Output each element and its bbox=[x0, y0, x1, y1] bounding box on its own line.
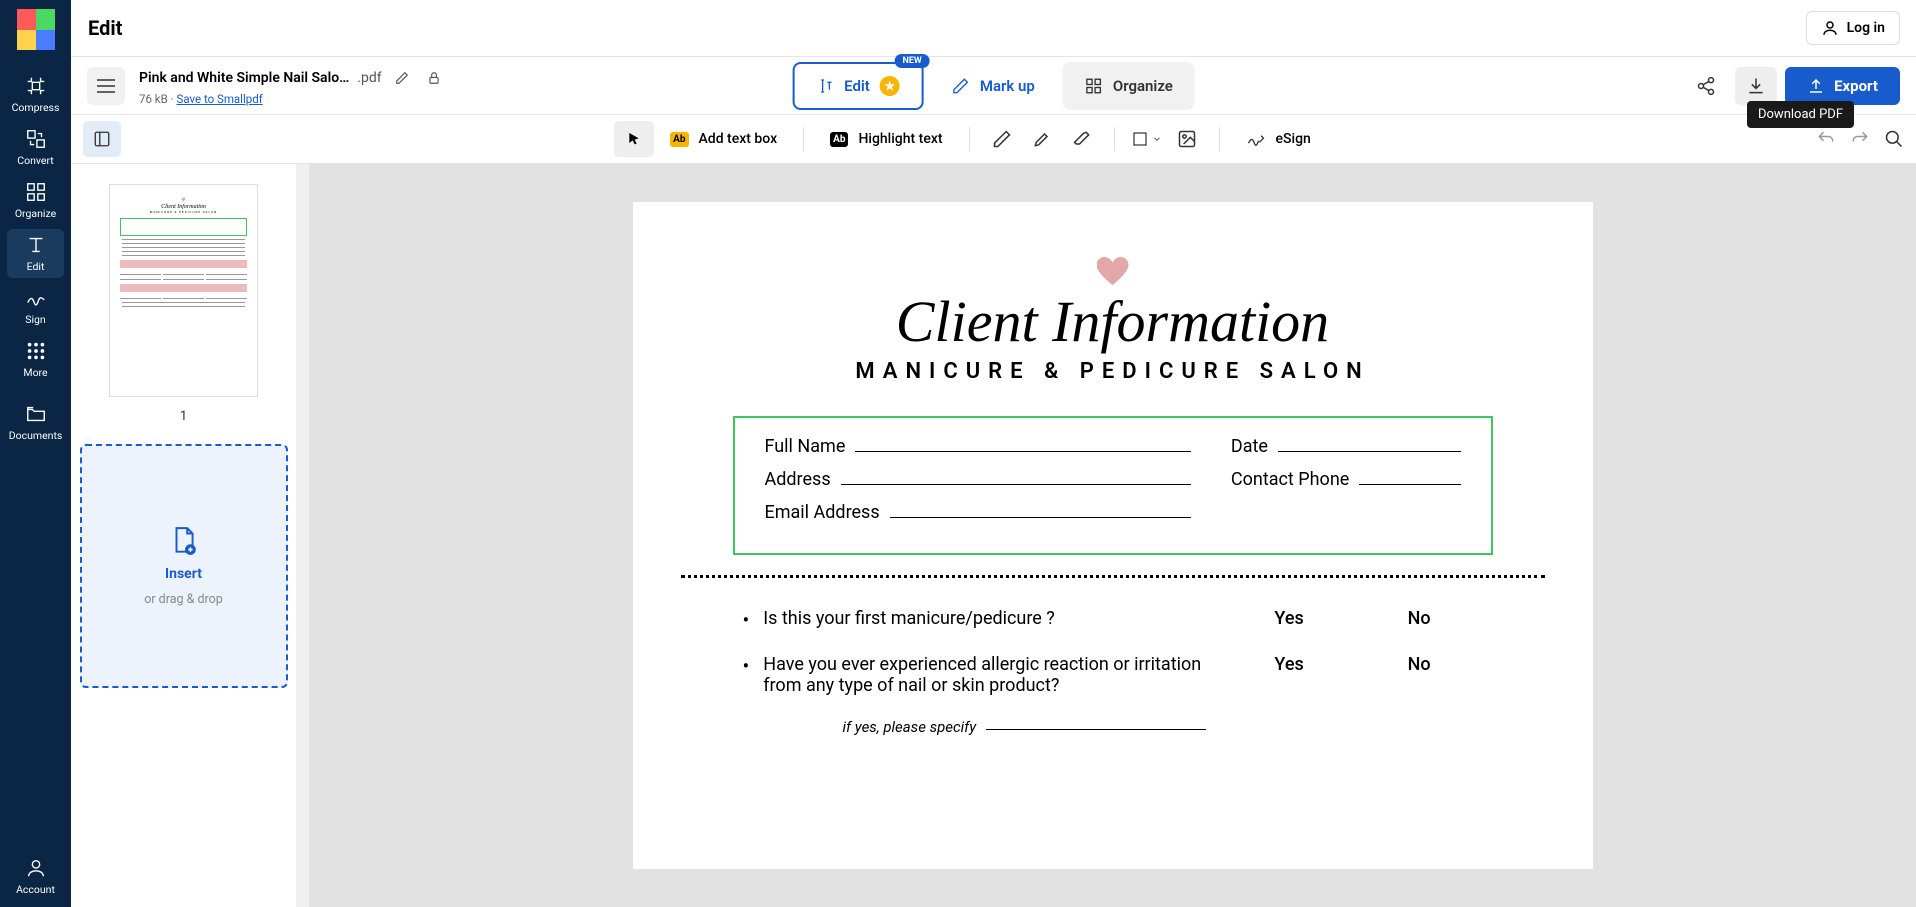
new-badge: NEW bbox=[895, 54, 930, 68]
sidebar-item-account[interactable]: Account bbox=[7, 852, 64, 901]
sidebar: Compress Convert Organize Edit Sign More… bbox=[0, 0, 71, 907]
insert-label: Insert bbox=[165, 566, 202, 582]
eraser-tool[interactable] bbox=[1064, 121, 1100, 157]
esign-icon bbox=[1246, 129, 1266, 149]
share-icon bbox=[1696, 76, 1716, 96]
sidebar-item-convert[interactable]: Convert bbox=[7, 123, 64, 172]
document-page[interactable]: Client Information MANICURE & PEDICURE S… bbox=[633, 202, 1593, 869]
more-icon bbox=[25, 340, 47, 362]
sign-icon bbox=[25, 287, 47, 309]
eraser-icon bbox=[1072, 129, 1092, 149]
markup-pencil-icon bbox=[952, 77, 970, 95]
question-list: • Is this your first manicure/pedicure ?… bbox=[681, 608, 1545, 736]
tabs: Edit ★ NEW Mark up Organize bbox=[792, 62, 1195, 110]
highlighter-tool[interactable] bbox=[1024, 121, 1060, 157]
account-icon bbox=[25, 857, 47, 879]
login-button[interactable]: Log in bbox=[1806, 11, 1900, 45]
sidebar-item-more[interactable]: More bbox=[7, 335, 64, 384]
highlight-text-icon: Ab bbox=[830, 132, 848, 147]
star-icon: ★ bbox=[880, 76, 900, 96]
file-ext: .pdf bbox=[357, 70, 381, 86]
file-add-icon bbox=[170, 526, 198, 556]
question-item: • Have you ever experienced allergic rea… bbox=[743, 654, 1483, 696]
documents-icon bbox=[25, 403, 47, 425]
add-text-tool[interactable]: Ab Add text box bbox=[658, 121, 789, 157]
sidebar-item-compress[interactable]: Compress bbox=[7, 70, 64, 119]
toolbar: Ab Add text box Ab Highlight text bbox=[71, 115, 1916, 164]
info-box: Full Name Date Address Contact Phone Ema… bbox=[733, 416, 1493, 555]
file-size: 76 kB bbox=[139, 92, 168, 106]
download-icon bbox=[1746, 76, 1766, 96]
edit-text-icon bbox=[25, 234, 47, 256]
compress-icon bbox=[25, 75, 47, 97]
menu-button[interactable] bbox=[87, 67, 125, 105]
image-icon bbox=[1177, 129, 1197, 149]
canvas[interactable]: Client Information MANICURE & PEDICURE S… bbox=[309, 164, 1916, 907]
text-cursor-icon bbox=[816, 77, 834, 95]
shape-tool[interactable] bbox=[1129, 121, 1165, 157]
heart-icon bbox=[1097, 257, 1129, 285]
user-icon bbox=[1821, 19, 1839, 37]
sidebar-item-sign[interactable]: Sign bbox=[7, 282, 64, 331]
export-button[interactable]: Export bbox=[1785, 67, 1900, 105]
insert-zone[interactable]: Insert or drag & drop bbox=[80, 444, 288, 688]
highlighter-icon bbox=[1032, 129, 1052, 149]
select-tool[interactable] bbox=[614, 121, 654, 157]
panel-icon bbox=[93, 130, 111, 148]
grid-icon bbox=[1085, 77, 1103, 95]
page-title: Edit bbox=[88, 16, 122, 40]
rename-button[interactable] bbox=[390, 66, 414, 90]
page-thumbnail[interactable]: ♥ Client Information MANICURE & PEDICURE… bbox=[109, 184, 258, 397]
file-name: Pink and White Simple Nail Salo… bbox=[139, 70, 349, 86]
export-icon bbox=[1807, 77, 1825, 95]
logo[interactable] bbox=[17, 9, 55, 50]
draw-pencil-icon bbox=[992, 129, 1012, 149]
question-item: • Is this your first manicure/pedicure ?… bbox=[743, 608, 1483, 632]
undo-icon[interactable] bbox=[1816, 129, 1836, 149]
square-icon bbox=[1132, 131, 1148, 147]
tooltip: Download PDF bbox=[1747, 101, 1854, 128]
insert-sub: or drag & drop bbox=[144, 592, 223, 607]
tab-organize[interactable]: Organize bbox=[1063, 62, 1195, 110]
file-info: Pink and White Simple Nail Salo… .pdf 76… bbox=[139, 66, 446, 106]
thumbnail-toggle[interactable] bbox=[83, 121, 121, 157]
thumbnail-panel: ♥ Client Information MANICURE & PEDICURE… bbox=[71, 164, 309, 907]
share-button[interactable] bbox=[1685, 67, 1727, 105]
search-icon[interactable] bbox=[1884, 129, 1904, 149]
pencil-icon bbox=[395, 71, 409, 85]
draw-tool[interactable] bbox=[984, 121, 1020, 157]
tab-markup[interactable]: Mark up bbox=[930, 62, 1057, 110]
header: Edit Log in bbox=[71, 0, 1916, 57]
doc-subtitle: MANICURE & PEDICURE SALON bbox=[681, 359, 1545, 384]
esign-tool[interactable]: eSign bbox=[1234, 121, 1323, 157]
save-link[interactable]: Save to Smallpdf bbox=[177, 92, 263, 106]
chevron-down-icon bbox=[1152, 134, 1162, 144]
cursor-icon bbox=[626, 130, 642, 148]
tab-edit[interactable]: Edit ★ NEW bbox=[792, 62, 924, 110]
lock-button[interactable] bbox=[422, 66, 446, 90]
organize-icon bbox=[25, 181, 47, 203]
highlight-tool[interactable]: Ab Highlight text bbox=[818, 121, 954, 157]
text-icon: Ab bbox=[670, 132, 688, 147]
lock-icon bbox=[427, 71, 441, 85]
redo-icon[interactable] bbox=[1850, 129, 1870, 149]
question-note: if yes, please specify bbox=[843, 718, 1483, 736]
page-number: 1 bbox=[180, 409, 187, 424]
subheader: Pink and White Simple Nail Salo… .pdf 76… bbox=[71, 57, 1916, 115]
hamburger-icon bbox=[97, 79, 115, 93]
sidebar-item-documents[interactable]: Documents bbox=[7, 398, 64, 447]
download-button[interactable] bbox=[1735, 67, 1777, 105]
convert-icon bbox=[25, 128, 47, 150]
image-tool[interactable] bbox=[1169, 121, 1205, 157]
divider-dots bbox=[681, 575, 1545, 578]
sidebar-item-edit[interactable]: Edit bbox=[7, 229, 64, 278]
doc-title: Client Information bbox=[681, 293, 1545, 351]
sidebar-item-organize[interactable]: Organize bbox=[7, 176, 64, 225]
